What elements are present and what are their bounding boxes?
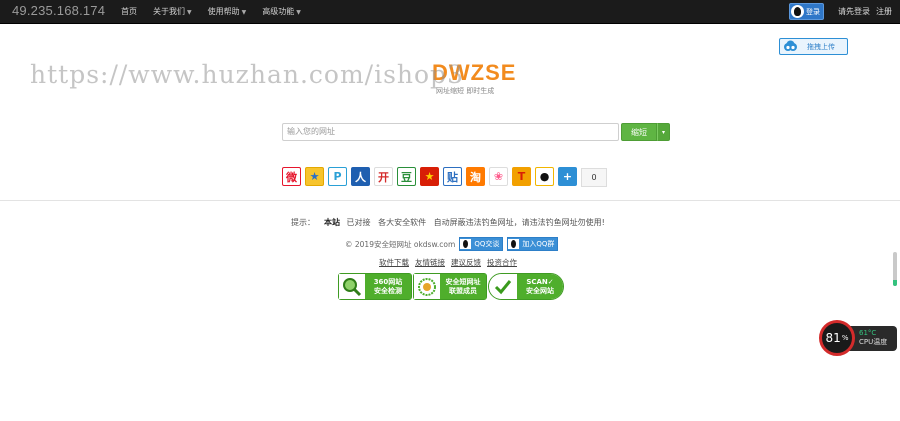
link-invest[interactable]: 投资合作 <box>487 257 517 268</box>
nav-advanced[interactable]: 高级功能 ▼ <box>254 0 309 23</box>
tqq-icon[interactable]: P <box>328 167 347 186</box>
badge-union[interactable]: 安全短网址 联盟成员 <box>413 273 487 300</box>
douban-icon[interactable]: 豆 <box>397 167 416 186</box>
shorten-button[interactable]: 缩短 <box>621 123 657 141</box>
qq-chat-button[interactable]: QQ交谈 <box>459 237 504 251</box>
qq-icon <box>791 5 804 18</box>
cloud-upload-icon <box>784 40 797 51</box>
qq-login-button[interactable]: 登录 <box>789 3 824 20</box>
register-link[interactable]: 注册 <box>876 6 892 17</box>
weibo-icon[interactable]: 微 <box>282 167 301 186</box>
divider <box>0 200 900 201</box>
cpu-temp-panel: 61°C CPU温度 <box>849 326 897 351</box>
qq-icon <box>508 239 520 249</box>
magnifier-icon <box>339 274 365 299</box>
qzone-icon[interactable]: ★ <box>305 167 324 186</box>
site-ip[interactable]: 49.235.168.174 <box>12 3 105 18</box>
login-prompt-link[interactable]: 请先登录 <box>838 6 870 17</box>
scroll-indicator[interactable] <box>893 252 897 286</box>
cpu-monitor-widget[interactable]: 61°C CPU温度 81% <box>819 320 897 356</box>
baidu-icon[interactable]: ★ <box>420 167 439 186</box>
link-software[interactable]: 软件下载 <box>379 257 409 268</box>
nav-home[interactable]: 首页 <box>113 0 145 23</box>
url-input[interactable]: 输入您的网址 <box>282 123 619 141</box>
caret-down-icon: ▼ <box>241 9 247 16</box>
seal-icon <box>414 274 440 299</box>
share-bar: 微 ★ P 人开豆 ★ 贴淘 ❀ T ● +0 <box>282 167 607 187</box>
tieba-icon[interactable]: 贴 <box>443 167 462 186</box>
share-count[interactable]: 0 <box>581 168 607 187</box>
badge-scan[interactable]: SCAN✓ 安全网站 <box>488 273 564 300</box>
tip-line: 提示： 本站 已对接 各大安全软件 自动屏蔽违法钓鱼网址，请违法钓鱼网址勿使用! <box>291 218 605 227</box>
nav-about[interactable]: 关于我们 ▼ <box>145 0 200 23</box>
caret-down-icon: ▼ <box>187 9 192 16</box>
shorten-options-dropdown[interactable]: ▾ <box>657 123 670 141</box>
footer-links: 软件下载 友情链接 建议反馈 投资合作 <box>379 257 523 268</box>
cpu-usage-gauge: 81% <box>819 320 855 356</box>
top-navbar: 49.235.168.174 首页 关于我们 ▼ 使用帮助 ▼ 高级功能 ▼ 登录 请… <box>0 0 900 24</box>
checkmark-icon <box>489 274 517 299</box>
renren-icon[interactable]: 人 <box>351 167 370 186</box>
main-nav: 首页 关于我们 ▼ 使用帮助 ▼ 高级功能 ▼ <box>113 0 309 23</box>
nav-help[interactable]: 使用帮助 ▼ <box>200 0 255 23</box>
link-friends[interactable]: 友情链接 <box>415 257 445 268</box>
taobao-icon[interactable]: 淘 <box>466 167 485 186</box>
kaixin-icon[interactable]: 开 <box>374 167 393 186</box>
caret-down-icon: ▼ <box>296 9 301 16</box>
user-area: 登录 请先登录 注册 <box>789 0 892 23</box>
security-badges: 360网站 安全检测 安全短网址 联盟成员 SCAN✓ 安全网站 <box>338 273 565 300</box>
link-feedback[interactable]: 建议反馈 <box>451 257 481 268</box>
qq-group-button[interactable]: 加入QQ群 <box>507 237 559 251</box>
more-share-icon[interactable]: + <box>558 167 577 186</box>
tianya-icon[interactable]: T <box>512 167 531 186</box>
copyright-line: © 2019安全短网址 okdsw.com QQ交谈 加入QQ群 <box>345 237 559 251</box>
qq-friend-icon[interactable]: ● <box>535 167 554 186</box>
drag-upload-button[interactable]: 拖拽上传 <box>779 38 848 55</box>
meilishuo-icon[interactable]: ❀ <box>489 167 508 186</box>
badge-360[interactable]: 360网站 安全检测 <box>338 273 412 300</box>
watermark-text: https://www.huzhan.com/ishop3 <box>30 60 464 89</box>
qq-icon <box>460 239 472 249</box>
